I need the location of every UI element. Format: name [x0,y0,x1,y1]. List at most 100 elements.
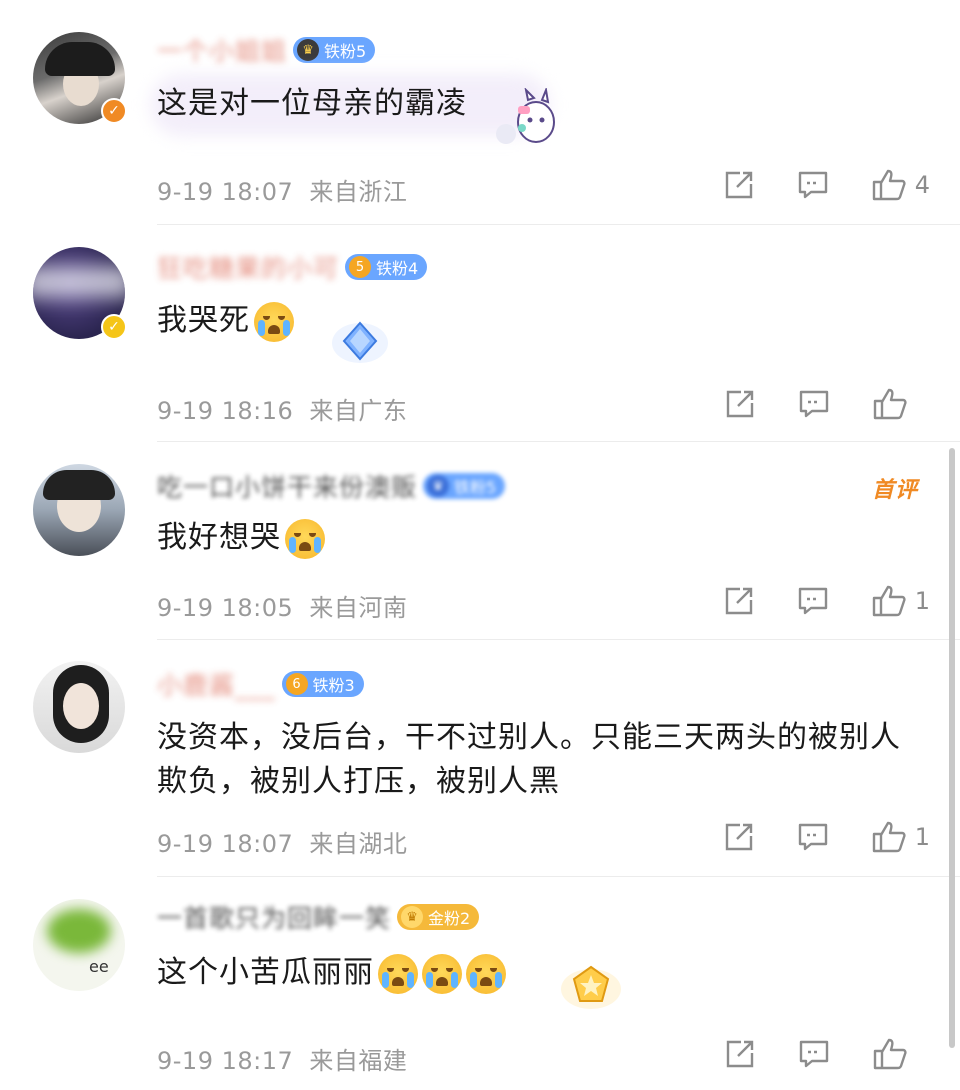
fan-badge-label: 铁粉3 [312,676,355,695]
username-row: 狂吃糖果的小可 5 铁粉4 [157,247,428,287]
comment-icon [799,390,829,418]
comment-icon [799,1040,829,1068]
share-button[interactable] [724,1038,756,1070]
crown-icon: ♛ [401,906,424,928]
comment-meta: 9-19 18:07 来自浙江 [157,172,407,207]
avatar[interactable]: ee [33,899,125,991]
comment-location: 来自广东 [309,397,408,425]
verified-badge-icon: ✓ [101,98,127,124]
share-icon [725,823,752,851]
comment-icon [798,823,827,851]
comment-text-content: 这个小苦瓜丽丽 [157,955,374,990]
comment-icon [798,171,827,199]
like-button[interactable] [872,387,930,421]
username-row: 一首歌只为回眸一笑 ♛ 金粉2 [157,897,480,937]
comment-actions [682,1037,930,1071]
reply-button[interactable] [798,388,830,420]
username-row: 小鹿酱___ 6 铁粉3 [157,664,364,704]
comment-location: 来自河南 [309,594,408,622]
username[interactable]: 狂吃糖果的小可 [157,249,339,285]
comment-text: 我好想哭 [157,516,924,560]
comment-actions [682,387,930,421]
fan-badge-label: 金粉2 [428,909,471,928]
avatar[interactable] [33,464,125,556]
fan-badge-label: 铁粉5 [324,42,367,61]
reply-button[interactable] [798,1038,830,1070]
bunny-sticker-icon [492,86,564,152]
reply-button[interactable] [797,821,829,853]
comment-item: ee 一首歌只为回眸一笑 ♛ 金粉2 这个小苦瓜丽丽 9-19 18:17 来自… [0,877,960,1090]
thumbs-up-icon [872,169,906,201]
comment-actions: 1 [681,584,930,618]
comment-location: 来自福建 [309,1047,408,1075]
fan-badge: 6 铁粉3 [281,671,364,697]
like-count: 1 [914,587,930,615]
crying-emoji-icon [378,953,418,994]
comment-item: 吃一口小饼干来份澳贩 ♛ 铁粉5 首评 我好想哭 9-19 18:05 来自河南… [0,442,960,639]
comment-location: 来自湖北 [309,830,408,858]
comment-text-content: 我哭死 [157,303,250,338]
comment-meta: 9-19 18:17 来自福建 [157,1041,407,1076]
share-icon [725,587,752,615]
comment-location: 来自浙江 [309,178,408,206]
username[interactable]: 小鹿酱___ [157,666,276,702]
crying-emoji-icon [254,301,294,342]
avatar[interactable] [33,661,125,753]
reply-button[interactable] [797,585,829,617]
comment-item: ✓ 狂吃糖果的小可 5 铁粉4 我哭死 9-19 18:16 来自广东 [0,225,960,441]
share-button[interactable] [723,585,755,617]
comment-text: 这个小苦瓜丽丽 [157,951,924,995]
share-button[interactable] [723,821,755,853]
thumbs-up-icon [872,821,906,853]
verified-badge-icon: ✓ [101,314,127,340]
comment-text-content: 我好想哭 [157,520,281,555]
comment-text: 我哭死 [157,299,924,343]
reply-button[interactable] [797,169,829,201]
fan-badge: ♛ 金粉2 [397,904,480,930]
comment-text: 没资本，没后台，干不过别人。只能三天两头的被别人欺负，被别人打压，被别人黑 [157,720,901,799]
username[interactable]: 一首歌只为回眸一笑 [157,899,391,935]
like-button[interactable]: 1 [871,820,930,854]
username[interactable]: 一个小姐姐 [157,32,287,68]
comment-actions: 1 [681,820,930,854]
thumbs-up-icon [873,1038,907,1070]
share-button[interactable] [723,169,755,201]
fan-badge: ♛ 铁粉5 [423,473,506,499]
scrollbar[interactable] [949,448,955,1048]
comment-meta: 9-19 18:05 来自河南 [157,588,407,623]
comment-icon [798,587,827,615]
crown-icon: 5 [349,256,372,278]
share-icon [726,1040,754,1068]
comment-time: 9-19 18:17 [157,1047,294,1075]
fan-badge: ♛ 铁粉5 [293,37,376,63]
thumbs-up-icon [872,585,906,617]
username-row: 吃一口小饼干来份澳贩 ♛ 铁粉5 [157,466,506,506]
share-button[interactable] [724,388,756,420]
like-button[interactable]: 4 [871,168,930,202]
crying-emoji-icon [422,953,462,994]
crown-icon: 6 [285,673,308,695]
first-comment-tag: 首评 [871,478,918,503]
comment-item: 小鹿酱___ 6 铁粉3 没资本，没后台，干不过别人。只能三天两头的被别人欺负，… [0,640,960,876]
diamond-sticker-icon [330,315,390,371]
username-row: 一个小姐姐 ♛ 铁粉5 [157,30,376,70]
comment-meta: 9-19 18:16 来自广东 [157,391,407,426]
username[interactable]: 吃一口小饼干来份澳贩 [157,468,417,504]
fan-badge-label: 铁粉4 [376,259,419,278]
fan-badge-label: 铁粉5 [454,478,497,497]
crying-emoji-icon [466,953,506,994]
like-button[interactable]: 1 [871,584,930,618]
share-icon [726,390,754,418]
comment-time: 9-19 18:16 [157,397,294,425]
crown-icon: ♛ [297,39,320,61]
thumbs-up-icon [873,388,907,420]
like-button[interactable] [872,1037,930,1071]
comment-item: ✓ 一个小姐姐 ♛ 铁粉5 这是对一位母亲的霸凌 9-19 18:07 来自浙江 [0,0,960,224]
comment-time: 9-19 18:05 [157,594,294,622]
comment-meta: 9-19 18:07 来自湖北 [157,824,407,859]
comment-actions: 4 [681,168,930,202]
like-count: 4 [914,171,930,199]
comment-time: 9-19 18:07 [157,830,294,858]
comment-time: 9-19 18:07 [157,178,294,206]
fan-badge: 5 铁粉4 [345,254,428,280]
